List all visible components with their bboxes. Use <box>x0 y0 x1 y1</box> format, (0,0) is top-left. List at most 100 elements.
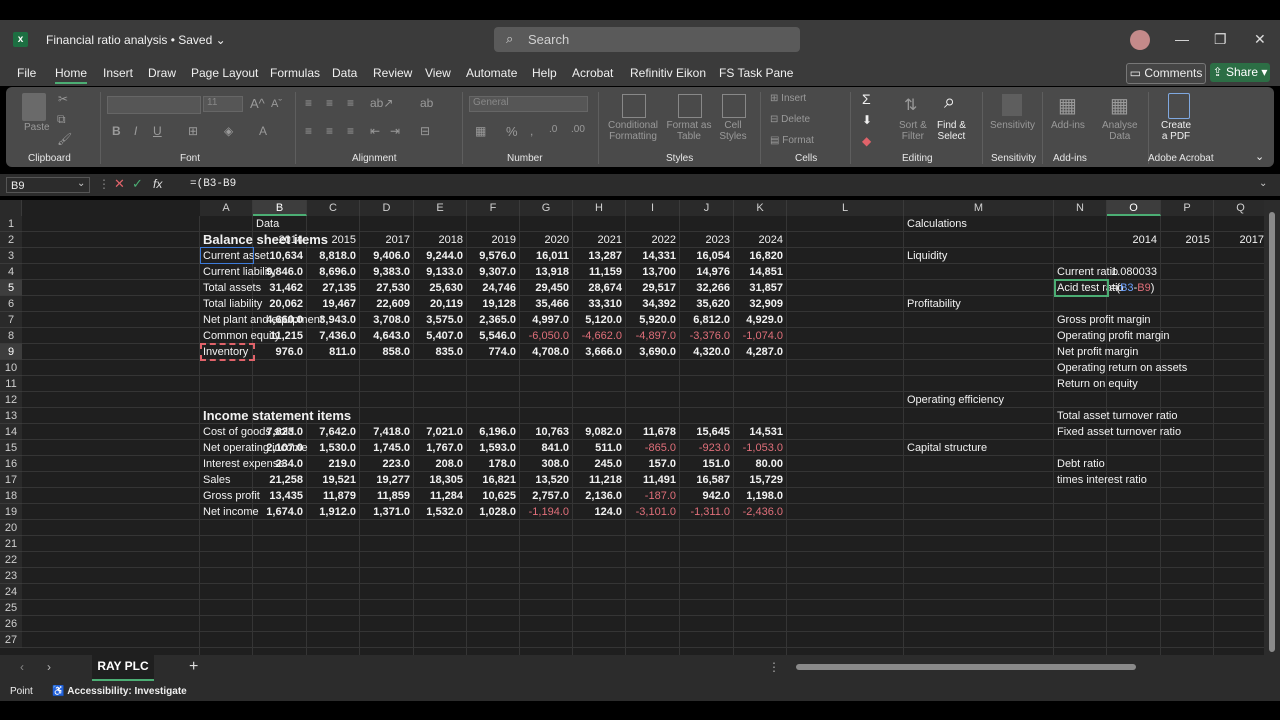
row-label[interactable]: Gross profit <box>203 488 260 504</box>
year-header[interactable]: 2023 <box>680 232 730 248</box>
tab-automate[interactable]: Automate <box>466 66 517 80</box>
value-cell[interactable]: 29,517 <box>626 280 676 296</box>
horizontal-scrollbar[interactable] <box>786 661 1264 673</box>
value-cell[interactable]: 11,678 <box>626 424 676 440</box>
row-header-5[interactable]: 5 <box>0 280 22 296</box>
copy-icon[interactable]: ⧉ <box>57 112 66 127</box>
enter-icon[interactable]: ✓ <box>132 176 143 192</box>
align-middle-icon[interactable]: ≡ <box>326 96 333 110</box>
row-header-23[interactable]: 23 <box>0 568 22 584</box>
value-cell[interactable]: 31,857 <box>734 280 783 296</box>
value-cell[interactable]: 13,700 <box>626 264 676 280</box>
column-header-d[interactable]: D <box>360 200 414 216</box>
value-cell[interactable]: 942.0 <box>680 488 730 504</box>
tab-data[interactable]: Data <box>332 66 357 80</box>
column-header-a[interactable]: A <box>200 200 253 216</box>
ratio-label[interactable]: Net profit margin <box>1057 344 1138 360</box>
value-cell[interactable]: 9,406.0 <box>360 248 410 264</box>
value-cell[interactable]: 34,392 <box>626 296 676 312</box>
year-header[interactable]: 2024 <box>734 232 783 248</box>
value-cell[interactable]: 4,643.0 <box>360 328 410 344</box>
number-format-select[interactable]: General <box>469 96 588 112</box>
ratio-label[interactable]: Return on equity <box>1057 376 1138 392</box>
value-cell[interactable]: 5,546.0 <box>467 328 516 344</box>
value-cell[interactable]: 1,532.0 <box>414 504 463 520</box>
format-as-table-button[interactable]: Format as Table <box>666 120 712 142</box>
font-family-select[interactable] <box>107 96 201 114</box>
value-cell[interactable]: 11,215 <box>253 328 303 344</box>
calc-section-label[interactable]: Profitability <box>907 296 961 312</box>
value-cell[interactable]: 9,133.0 <box>414 264 463 280</box>
value-cell[interactable]: 28,674 <box>573 280 622 296</box>
column-header-k[interactable]: K <box>734 200 787 216</box>
value-cell[interactable]: 22,609 <box>360 296 410 312</box>
italic-icon[interactable]: I <box>134 124 137 138</box>
row-header-2[interactable]: 2 <box>0 232 22 248</box>
column-header-f[interactable]: F <box>467 200 520 216</box>
select-all-corner[interactable] <box>0 200 22 216</box>
increase-decimal-icon[interactable]: .0 <box>549 124 557 135</box>
value-cell[interactable]: 20,062 <box>253 296 303 312</box>
row-header-14[interactable]: 14 <box>0 424 22 440</box>
value-cell[interactable]: 2,757.0 <box>520 488 569 504</box>
next-sheet-icon[interactable]: › <box>47 660 51 674</box>
vertical-scrollbar[interactable] <box>1264 200 1280 655</box>
value-cell[interactable]: 1,530.0 <box>307 440 356 456</box>
column-header-i[interactable]: I <box>626 200 680 216</box>
value-cell[interactable]: 6,196.0 <box>467 424 516 440</box>
value-cell[interactable]: -1,311.0 <box>680 504 730 520</box>
value-cell[interactable]: 7,823.0 <box>253 424 303 440</box>
value-cell[interactable]: 219.0 <box>307 456 356 472</box>
value-cell[interactable]: -923.0 <box>680 440 730 456</box>
value-cell[interactable]: 9,576.0 <box>467 248 516 264</box>
tab-page-layout[interactable]: Page Layout <box>191 66 258 80</box>
value-cell[interactable]: 7,436.0 <box>307 328 356 344</box>
tab-refinitiv-eikon[interactable]: Refinitiv Eikon <box>630 66 706 80</box>
value-cell[interactable]: 1,028.0 <box>467 504 516 520</box>
value-cell[interactable]: 3,575.0 <box>414 312 463 328</box>
value-cell[interactable]: 7,642.0 <box>307 424 356 440</box>
value-cell[interactable]: 7,021.0 <box>414 424 463 440</box>
underline-icon[interactable]: U <box>153 124 162 138</box>
paste-button[interactable]: Paste <box>24 122 50 133</box>
tab-help[interactable]: Help <box>532 66 557 80</box>
value-cell[interactable]: 11,284 <box>414 488 463 504</box>
row-header-22[interactable]: 22 <box>0 552 22 568</box>
value-cell[interactable]: 16,011 <box>520 248 569 264</box>
value-cell[interactable]: 1,912.0 <box>307 504 356 520</box>
row-header-20[interactable]: 20 <box>0 520 22 536</box>
format-painter-icon[interactable]: 🖌 <box>57 132 72 146</box>
spreadsheet-grid[interactable]: ABCDEFGHIJKLMNOPQR1234567891011121314151… <box>0 200 1264 655</box>
paste-icon[interactable] <box>22 93 46 121</box>
row-header-8[interactable]: 8 <box>0 328 22 344</box>
row-header-3[interactable]: 3 <box>0 248 22 264</box>
increase-indent-icon[interactable]: ⇥ <box>390 124 400 138</box>
value-cell[interactable]: 16,587 <box>680 472 730 488</box>
value-cell[interactable]: 2,136.0 <box>573 488 622 504</box>
value-cell[interactable]: 27,135 <box>307 280 356 296</box>
row-header-18[interactable]: 18 <box>0 488 22 504</box>
value-cell[interactable]: 9,307.0 <box>467 264 516 280</box>
analyse-data-button[interactable]: Analyse Data <box>1102 120 1138 142</box>
row-header-15[interactable]: 15 <box>0 440 22 456</box>
sort-filter-button[interactable]: Sort & Filter <box>899 120 927 142</box>
value-cell[interactable]: 1,745.0 <box>360 440 410 456</box>
row-header-7[interactable]: 7 <box>0 312 22 328</box>
value-cell[interactable]: 14,331 <box>626 248 676 264</box>
tab-file[interactable]: File <box>17 66 36 80</box>
tab-draw[interactable]: Draw <box>148 66 176 80</box>
value-cell[interactable]: 9,383.0 <box>360 264 410 280</box>
value-cell[interactable]: 80.00 <box>734 456 783 472</box>
align-left-icon[interactable]: ≡ <box>305 124 312 138</box>
ratio-label[interactable]: times interest ratio <box>1057 472 1147 488</box>
tab-home[interactable]: Home <box>55 66 88 84</box>
value-cell[interactable]: 11,491 <box>626 472 676 488</box>
increase-font-icon[interactable]: A^ <box>250 96 265 111</box>
expand-formula-icon[interactable]: ⌄ <box>1259 178 1267 189</box>
column-header-l[interactable]: L <box>787 200 904 216</box>
value-cell[interactable]: 4,708.0 <box>520 344 569 360</box>
calc-year-header[interactable]: 2017 <box>1214 232 1264 248</box>
value-cell[interactable]: -1,194.0 <box>520 504 569 520</box>
document-title[interactable]: Financial ratio analysis • Saved ⌄ <box>46 33 226 47</box>
cell-styles-button[interactable]: Cell Styles <box>715 120 751 142</box>
